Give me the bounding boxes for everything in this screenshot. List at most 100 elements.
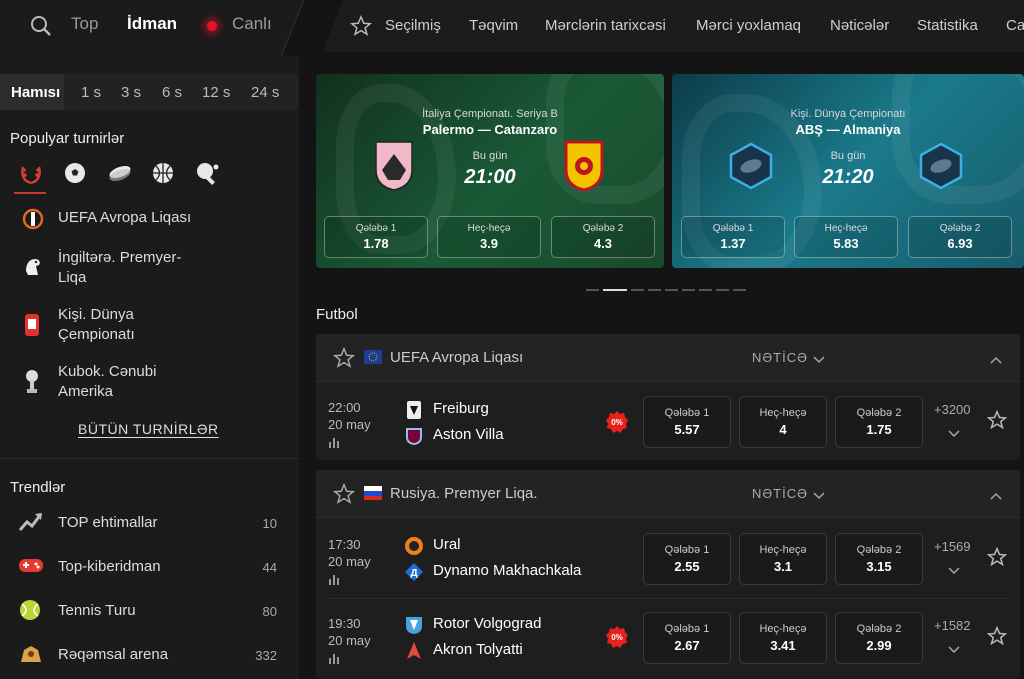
chevron-down-icon[interactable] [948, 642, 960, 660]
timeframe-1h[interactable]: 1 s [81, 84, 101, 101]
trend-count: 44 [262, 560, 277, 575]
stats-icon[interactable] [328, 651, 371, 668]
chevron-down-icon[interactable] [813, 352, 825, 370]
featured-match-banner[interactable]: Kişi. Dünya Çempionatı ABŞ — Almaniya Bu… [672, 74, 1024, 268]
trend-digital-arena[interactable]: Rəqəmsal arena [58, 646, 168, 663]
banner-odd-home[interactable]: Qələbə 1 1.78 [324, 216, 428, 258]
carousel-dot[interactable] [682, 288, 695, 291]
nav-top[interactable]: Top [71, 14, 98, 34]
banner-odd-away[interactable]: Qələbə 2 4.3 [551, 216, 655, 258]
carousel-dot-active[interactable] [603, 288, 627, 291]
odd-value: 6.93 [947, 236, 973, 251]
aston-villa-crest-icon [404, 426, 424, 446]
odd-away-win[interactable]: Qələbə 2 2.99 [835, 612, 923, 664]
more-markets-count[interactable]: +3200 [934, 402, 971, 417]
carousel-dot[interactable] [586, 288, 599, 291]
odd-label: Heç-heçə [759, 623, 807, 635]
nav-more[interactable]: Ca [1006, 17, 1024, 34]
tournament-world-championship[interactable]: Kişi. Dünya Çempionatı [58, 305, 198, 345]
nav-check-bet[interactable]: Mərci yoxlamaq [696, 17, 801, 34]
more-markets-count[interactable]: +1569 [934, 539, 971, 554]
odd-home-win[interactable]: Qələbə 1 5.57 [643, 396, 731, 448]
event-date: 20 may [328, 554, 371, 569]
carousel-dot[interactable] [716, 288, 729, 291]
banner-odd-draw[interactable]: Heç-heçə 5.83 [794, 216, 898, 258]
timeframe-all[interactable]: Hamısı [11, 84, 60, 101]
banner-away-team: Almaniya [842, 122, 901, 137]
star-icon[interactable] [332, 346, 356, 374]
carousel-dot[interactable] [631, 288, 644, 291]
odd-draw[interactable]: Heç-heçə 3.41 [739, 612, 827, 664]
trend-top-esports[interactable]: Top-kiberidman [58, 558, 161, 575]
chevron-down-icon[interactable] [948, 426, 960, 444]
nav-statistics[interactable]: Statistika [917, 17, 978, 34]
nav-calendar[interactable]: Təqvim [469, 17, 518, 34]
carousel-dot[interactable] [665, 288, 678, 291]
chevron-down-icon[interactable] [813, 488, 825, 506]
timeframe-filter: Hamısı 1 s 3 s 6 s 12 s 24 s [0, 74, 299, 110]
top-navigation-left: Top İdman Canlı [0, 0, 344, 56]
search-icon[interactable] [30, 15, 52, 42]
banner-odd-away[interactable]: Qələbə 2 6.93 [908, 216, 1012, 258]
timeframe-12h[interactable]: 12 s [202, 84, 230, 101]
event-row[interactable]: 19:30 20 may Rotor Volgograd Akron Tolya… [316, 598, 1020, 676]
event-row[interactable]: 22:00 20 may Freiburg Aston Villa 0% Qəl… [316, 382, 1020, 460]
all-tournaments-link[interactable]: BÜTÜN TURNİRLƏR [78, 421, 219, 437]
odd-away-win[interactable]: Qələbə 2 3.15 [835, 533, 923, 585]
nav-live[interactable]: Canlı [232, 14, 272, 34]
carousel-dot[interactable] [699, 288, 712, 291]
timeframe-6h[interactable]: 6 s [162, 84, 182, 101]
odd-label: Qələbə 1 [664, 407, 710, 419]
trend-top-odds[interactable]: TOP ehtimallar [58, 514, 158, 531]
nav-favorites[interactable]: Seçilmiş [385, 17, 441, 34]
timeframe-3h[interactable]: 3 s [121, 84, 141, 101]
home-team: Rotor Volgograd [433, 615, 542, 632]
hockey-puck-icon[interactable] [107, 161, 131, 185]
star-icon[interactable] [986, 546, 1008, 572]
odd-value: 5.83 [833, 236, 859, 251]
odd-away-win[interactable]: Qələbə 2 1.75 [835, 396, 923, 448]
star-icon[interactable] [332, 482, 356, 510]
odd-draw[interactable]: Heç-heçə 3.1 [739, 533, 827, 585]
star-icon[interactable] [986, 409, 1008, 435]
odd-home-win[interactable]: Qələbə 1 2.55 [643, 533, 731, 585]
carousel-dot[interactable] [648, 288, 661, 291]
star-icon[interactable] [349, 14, 373, 42]
laurel-icon[interactable] [18, 161, 42, 185]
sidebar-divider [0, 458, 299, 459]
result-market-select[interactable]: NƏTİCƏ [752, 486, 808, 501]
banner-odd-draw[interactable]: Heç-heçə 3.9 [437, 216, 541, 258]
soccer-ball-icon[interactable] [63, 161, 87, 185]
odd-label: Heç-heçə [759, 407, 807, 419]
banner-competition: İtaliya Çempionatı. Seriya B [422, 108, 558, 120]
nav-results[interactable]: Nəticələr [830, 17, 889, 34]
league-header[interactable]: Rusiya. Premyer Liqa. NƏTİCƏ [316, 470, 1020, 518]
event-time: 19:30 [328, 616, 361, 631]
chevron-up-icon[interactable] [990, 352, 1002, 370]
stats-icon[interactable] [328, 435, 371, 452]
chevron-up-icon[interactable] [990, 488, 1002, 506]
league-header[interactable]: UEFA Avropa Liqası NƏTİCƏ [316, 334, 1020, 382]
basketball-icon[interactable] [151, 161, 175, 185]
nav-bet-history[interactable]: Mərclərin tarixcəsi [545, 17, 666, 34]
trend-tennis-tour[interactable]: Tennis Turu [58, 602, 136, 619]
chevron-down-icon[interactable] [948, 563, 960, 581]
banner-odd-home[interactable]: Qələbə 1 1.37 [681, 216, 785, 258]
odd-home-win[interactable]: Qələbə 1 2.67 [643, 612, 731, 664]
event-row[interactable]: 17:30 20 may Ural Д Dynamo Makhachkala Q… [316, 519, 1020, 597]
result-market-select[interactable]: NƏTİCƏ [752, 350, 808, 365]
tournament-copa-sudamericana[interactable]: Kubok. Cənubi Amerika [58, 362, 198, 402]
table-tennis-icon[interactable] [195, 161, 219, 185]
timeframe-24h[interactable]: 24 s [251, 84, 279, 101]
sport-selected-indicator [14, 192, 46, 194]
stats-icon[interactable] [328, 572, 371, 589]
odd-draw[interactable]: Heç-heçə 4 [739, 396, 827, 448]
more-markets-count[interactable]: +1582 [934, 618, 971, 633]
nav-sport[interactable]: İdman [127, 14, 177, 34]
tournament-europa-league[interactable]: UEFA Avropa Liqası [58, 208, 198, 228]
tournament-premier-league[interactable]: İngiltərə. Premyer-Liqa [58, 248, 198, 288]
carousel-dot[interactable] [733, 288, 746, 291]
trends-title: Trendlər [10, 479, 66, 496]
star-icon[interactable] [986, 625, 1008, 651]
featured-match-banner[interactable]: İtaliya Çempionatı. Seriya B Palermo — C… [316, 74, 664, 268]
